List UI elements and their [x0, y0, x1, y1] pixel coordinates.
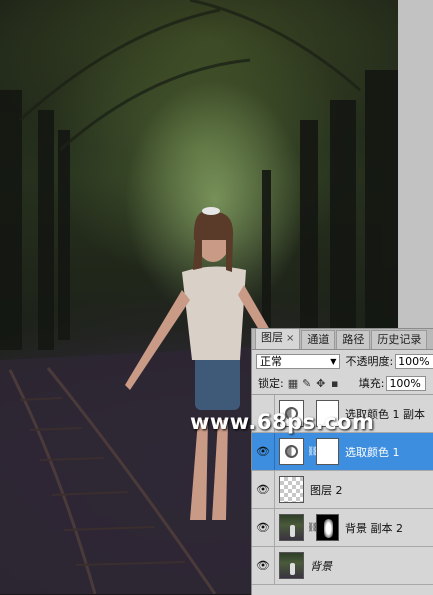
visibility-eye-icon[interactable]: 👁 [252, 471, 275, 508]
opacity-input[interactable]: 100% [395, 353, 433, 369]
tab-history[interactable]: 历史记录 [371, 330, 428, 349]
layer-name: 图层 2 [310, 483, 343, 497]
layers-panel: 图层 × 通道 路径 历史记录 正常 ▼ 不透明度: 100% 锁定: ▦ ✎ ✥… [251, 328, 433, 595]
fill-input[interactable]: 100% [386, 375, 427, 391]
layer-row-background-copy-2[interactable]: 👁 ⛓ 背景 副本 2 [252, 509, 433, 547]
layer-name: 选取颜色 1 [345, 445, 400, 459]
layer-mask-thumbnail[interactable] [316, 438, 339, 465]
adjustment-thumbnail [279, 438, 304, 465]
layer-mask-thumbnail[interactable] [316, 514, 339, 541]
layer-name: 背景 [310, 559, 332, 573]
lock-fill-row: 锁定: ▦ ✎ ✥ ▪ 填充: 100% [252, 372, 433, 395]
link-icon: ⛓ [307, 446, 319, 457]
photo-thumbnail [279, 514, 304, 541]
tab-channels[interactable]: 通道 [301, 330, 336, 349]
close-icon[interactable]: × [286, 333, 294, 344]
tab-layers[interactable]: 图层 × [255, 329, 301, 349]
watermark-text: www.68ps.com [190, 410, 375, 434]
layer-row-layer-2[interactable]: 👁 图层 2 [252, 471, 433, 509]
visibility-eye-icon[interactable]: 👁 [252, 547, 275, 584]
fill-label: 填充: [358, 377, 385, 390]
transparency-lock-icon[interactable]: ▦ [288, 377, 298, 390]
transparent-layer-thumbnail [279, 476, 304, 503]
layer-name: 背景 副本 2 [345, 521, 403, 535]
move-lock-icon[interactable]: ✥ [316, 377, 326, 390]
lock-label: 锁定: [258, 377, 284, 390]
layer-row-background[interactable]: 👁 背景 [252, 547, 433, 585]
link-icon: ⛓ [307, 522, 319, 533]
blend-mode-value: 正常 [260, 355, 282, 368]
lock-icons: ▦ ✎ ✥ ▪ [288, 377, 340, 390]
brush-lock-icon[interactable]: ✎ [302, 377, 312, 390]
visibility-eye-icon[interactable]: 👁 [252, 509, 275, 546]
panel-tabs: 图层 × 通道 路径 历史记录 [252, 329, 433, 350]
opacity-label: 不透明度: [345, 355, 394, 368]
photo-thumbnail [279, 552, 304, 579]
tab-paths[interactable]: 路径 [336, 330, 371, 349]
dropdown-arrow-icon: ▼ [330, 356, 337, 366]
layer-row-selective-color-1[interactable]: 👁 ⛓ 选取颜色 1 [252, 433, 433, 471]
visibility-eye-icon[interactable]: 👁 [252, 433, 275, 470]
fill-group: 填充: 100% [354, 375, 427, 391]
blend-mode-select[interactable]: 正常 ▼ [256, 353, 341, 369]
tab-layers-label: 图层 [261, 331, 283, 344]
blend-opacity-row: 正常 ▼ 不透明度: 100% [252, 350, 433, 372]
selective-color-icon [285, 445, 298, 458]
padlock-icon[interactable]: ▪ [330, 377, 340, 390]
